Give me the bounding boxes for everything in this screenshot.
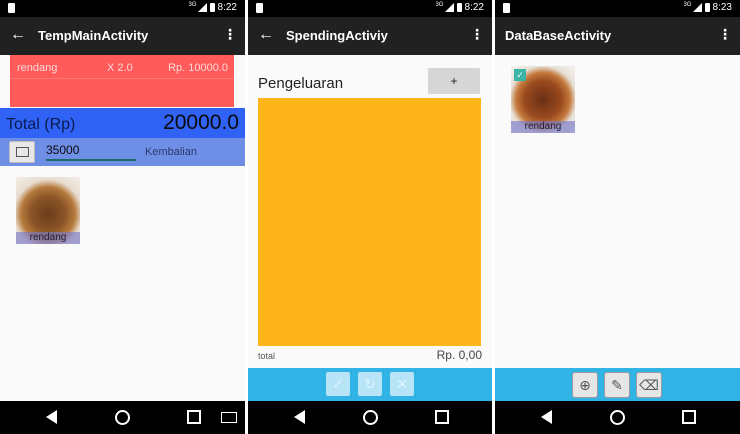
network-type: 3G [188,2,197,8]
calculate-change-button[interactable] [9,141,35,163]
back-triangle-icon[interactable] [46,410,57,424]
back-triangle-icon[interactable] [541,410,552,424]
home-circle-icon[interactable] [610,410,625,425]
clock: 8:22 [464,2,484,13]
status-bar: 3G 8:22 [248,0,492,17]
total-value: Rp. 0,00 [436,348,482,362]
total-value: 20000.0 [163,111,239,134]
page-title: DataBaseActivity [505,28,612,43]
signal-icon [692,3,702,12]
cart-row[interactable]: rendang X 2.0 Rp. 10000.0 [10,62,234,79]
nav-bar [495,401,740,434]
signal-icon [444,3,454,12]
section-title: Pengeluaran [258,75,344,92]
sim-card-icon [503,3,510,13]
clock: 8:22 [217,2,237,13]
page-title: SpendingActiviy [286,28,388,43]
app-bar: ← TempMainActivity ⋮ [0,17,245,55]
nav-bar [248,401,492,434]
network-type: 3G [435,2,444,8]
checkbox-checked-icon[interactable]: ✓ [514,69,526,81]
database-item-rendang[interactable]: ✓ rendang [511,66,575,133]
change-label: Kembalian [145,146,197,158]
add-target-icon[interactable]: ⊕ [572,372,598,398]
sim-card-icon [256,3,263,13]
edit-pencil-icon[interactable]: ✎ [604,372,630,398]
action-bar: ✓ ↻ ✕ [248,368,492,401]
screen-spending: 3G 8:22 ← SpendingActiviy ⋮ Pengeluaran … [248,0,492,434]
back-arrow-icon[interactable]: ← [10,26,26,44]
battery-icon [704,3,710,12]
recents-square-icon[interactable] [682,410,696,424]
item-caption: rendang [511,121,575,133]
menu-item-rendang[interactable]: rendang [16,177,80,244]
recents-square-icon[interactable] [187,410,201,424]
total-label: Total (Rp) [6,116,76,133]
keyboard-icon[interactable] [221,412,237,423]
total-label: total [258,351,276,361]
back-arrow-icon[interactable]: ← [258,26,274,44]
home-circle-icon[interactable] [115,410,130,425]
spending-chart-area [258,98,481,346]
cart-item-qty: X 2.0 [107,62,133,74]
recents-square-icon[interactable] [435,410,449,424]
app-bar: DataBaseActivity ⋮ [495,17,740,55]
more-vert-icon[interactable]: ⋮ [718,26,732,43]
battery-icon [456,3,462,12]
nav-bar [0,401,245,434]
more-vert-icon[interactable]: ⋮ [223,26,237,43]
total-bar: Total (Rp) 20000.0 [0,108,245,138]
menu-item-caption: rendang [16,232,80,244]
status-bar: 3G 8:22 [0,0,245,17]
payment-input[interactable]: 35000 [46,143,136,161]
page-title: TempMainActivity [38,28,149,43]
cart-item-price: Rp. 10000.0 [168,62,228,74]
back-triangle-icon[interactable] [294,410,305,424]
cart-item-name: rendang [17,62,58,74]
cart-list: rendang X 2.0 Rp. 10000.0 [10,55,234,107]
refresh-icon[interactable]: ↻ [358,372,382,396]
screen-temp-main: 3G 8:22 ← TempMainActivity ⋮ rendang X 2… [0,0,245,434]
network-type: 3G [683,2,692,8]
home-circle-icon[interactable] [363,410,378,425]
payment-bar: 35000 Kembalian [0,138,245,166]
signal-icon [197,3,207,12]
screen-database: 3G 8:23 DataBaseActivity ⋮ ✓ rendang ⊕ ✎… [495,0,740,434]
delete-trash-icon[interactable]: ⌫ [636,372,662,398]
add-spending-button[interactable]: + [428,68,480,94]
close-icon[interactable]: ✕ [390,372,414,396]
more-vert-icon[interactable]: ⋮ [470,26,484,43]
clock: 8:23 [712,2,732,13]
action-bar: ⊕ ✎ ⌫ [495,368,740,401]
sim-card-icon [8,3,15,13]
app-bar: ← SpendingActiviy ⋮ [248,17,492,55]
check-icon[interactable]: ✓ [326,372,350,396]
battery-icon [209,3,215,12]
status-bar: 3G 8:23 [495,0,740,17]
